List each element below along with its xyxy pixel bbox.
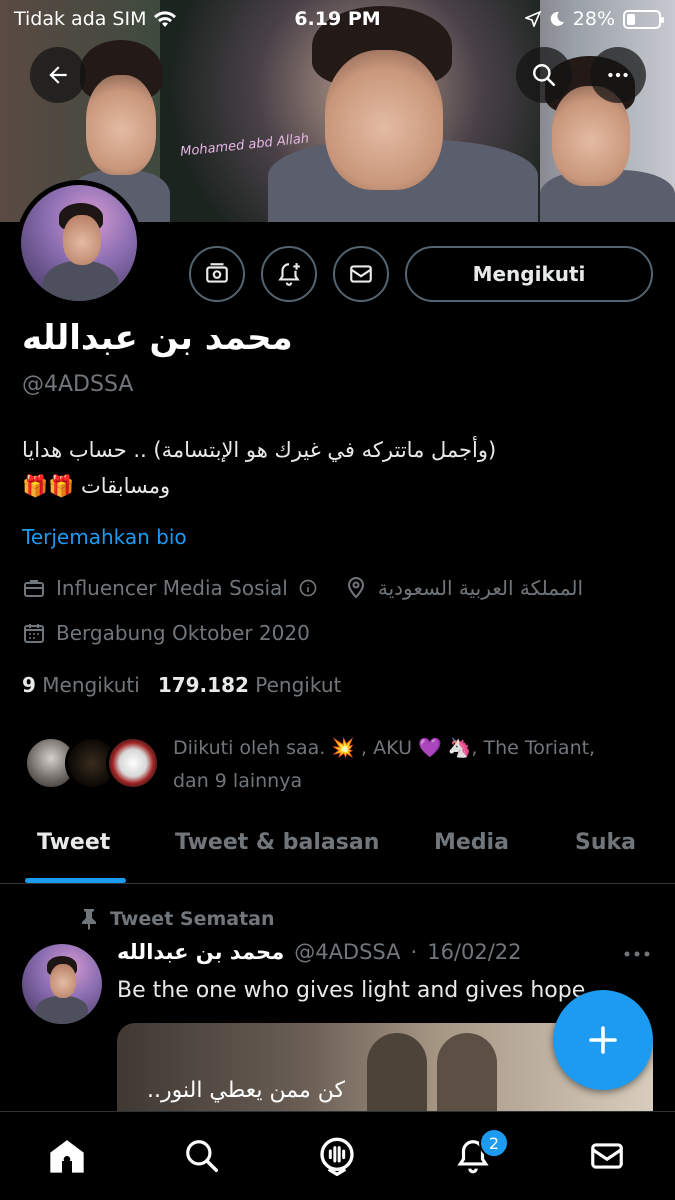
followed-by-line: dan 9 lainnya: [173, 770, 303, 792]
profile-handle: @4ADSSA: [22, 372, 134, 397]
nav-messages[interactable]: [585, 1134, 629, 1178]
back-button[interactable]: [30, 47, 86, 103]
avatar-image: [21, 185, 137, 301]
plus-icon: [589, 1026, 617, 1054]
profile-joined-row: Bergabung Oktober 2020: [22, 621, 310, 645]
tweet-date[interactable]: 16/02/22: [427, 940, 521, 964]
battery-icon: [623, 9, 664, 29]
moon-icon: [550, 11, 564, 26]
tweet-handle[interactable]: @4ADSSA: [294, 940, 400, 964]
tweet-author[interactable]: محمد بن عبدالله: [117, 940, 284, 964]
money-icon: [206, 263, 228, 283]
following-count: 9: [22, 673, 36, 697]
status-bar: Tidak ada SIM 6.19 PM 28%: [0, 0, 675, 38]
nav-spaces[interactable]: [315, 1134, 359, 1178]
profile-location: المملكة العربية السعودية: [377, 576, 584, 600]
battery-percent: 28%: [572, 8, 615, 30]
calendar-icon: [24, 624, 44, 643]
followers-label: Pengikut: [255, 673, 342, 697]
follow-stats: 9 Mengikuti 179.182 Pengikut: [22, 673, 341, 697]
profile-name: محمد بن عبدالله: [22, 318, 293, 358]
location-arrow-icon: [524, 11, 541, 27]
profile-joined: Bergabung Oktober 2020: [56, 621, 310, 645]
profile-category: Influencer Media Sosial: [56, 576, 288, 600]
tab-tweets-replies[interactable]: Tweet & balasan: [175, 830, 379, 855]
battery-fill: [627, 13, 635, 25]
active-tab-indicator: [25, 878, 126, 883]
more-icon: [608, 72, 628, 78]
location-pin-icon: [347, 577, 364, 599]
tip-button[interactable]: [189, 246, 245, 302]
pinned-label: Tweet Sematan: [80, 908, 275, 930]
followed-by[interactable]: Diikuti oleh saa. 💥 , AKU 💜 🦄, The Toria…: [24, 732, 664, 794]
following-button[interactable]: Mengikuti: [405, 246, 653, 302]
tab-tweets[interactable]: Tweet: [37, 830, 110, 855]
more-icon: [624, 951, 650, 957]
tweet-avatar[interactable]: [22, 944, 102, 1024]
banner-figure-center-face: [325, 50, 443, 190]
notifications-badge: 2: [479, 1128, 509, 1158]
banner-figure-left-face: [86, 75, 156, 175]
message-button[interactable]: [333, 246, 389, 302]
bio-line: (وأجمل ماتتركه في غيرك هو الإبتسامة) .. …: [22, 438, 497, 462]
avatar-face: [63, 215, 101, 265]
home-icon: [50, 1140, 84, 1173]
tab-media[interactable]: Media: [434, 830, 509, 855]
briefcase-icon: [24, 580, 44, 597]
media-arch-right: [437, 1033, 497, 1123]
profile-meta-row: Influencer Media Sosial المملكة العربية …: [22, 576, 583, 600]
avatar-shirt: [43, 261, 119, 301]
mail-icon: [591, 1143, 623, 1169]
tweet-separator: ·: [410, 940, 418, 964]
profile-bio: (وأجمل ماتتركه في غيرك هو الإبتسامة) .. …: [22, 432, 622, 504]
nav-home[interactable]: [45, 1134, 89, 1178]
followed-by-text: Diikuti oleh saa. 💥 , AKU 💜 🦄, The Toria…: [173, 732, 595, 798]
followers-count: 179.182: [157, 673, 249, 697]
tweet-text: Be the one who gives light and gives hop…: [117, 978, 586, 1003]
notify-button[interactable]: [261, 246, 317, 302]
translate-bio-link[interactable]: Terjemahkan bio: [22, 525, 187, 549]
pinned-text: Tweet Sematan: [110, 908, 275, 930]
info-icon[interactable]: [298, 578, 318, 598]
followers-stat[interactable]: 179.182 Pengikut: [158, 673, 342, 697]
compose-tweet-button[interactable]: [553, 990, 653, 1090]
media-caption: كن ممن يعطي النور..: [147, 1078, 345, 1103]
following-label: Mengikuti: [42, 673, 140, 697]
pin-icon: [82, 909, 96, 930]
bio-line: ومسابقات 🎁🎁: [22, 474, 171, 498]
follower-avatar: [106, 736, 160, 790]
arrow-left-icon: [49, 66, 67, 84]
profile-avatar[interactable]: [16, 180, 142, 306]
followed-by-line: Diikuti oleh saa. 💥 , AKU 💜 🦄, The Toria…: [173, 737, 596, 759]
more-button[interactable]: [590, 47, 646, 103]
nav-explore[interactable]: [180, 1134, 224, 1178]
search-icon: [533, 64, 556, 87]
profile-tabs: Tweet Tweet & balasan Media Suka: [0, 822, 675, 884]
tab-likes[interactable]: Suka: [575, 830, 636, 855]
following-stat[interactable]: 9 Mengikuti: [22, 673, 140, 697]
status-right: 28%: [524, 8, 664, 30]
tweet-header: محمد بن عبدالله @4ADSSA · 16/02/22: [117, 940, 522, 964]
tweet-avatar-shirt: [36, 996, 88, 1024]
media-arch-left: [367, 1033, 427, 1123]
bell-plus-icon: [278, 263, 300, 286]
tweet-avatar-face: [50, 964, 76, 998]
tweet-more-button[interactable]: [622, 940, 652, 965]
search-button[interactable]: [516, 47, 572, 103]
bottom-navigation: 2: [0, 1111, 675, 1200]
mail-icon: [350, 265, 372, 283]
search-icon: [186, 1140, 218, 1172]
spaces-icon: [320, 1137, 354, 1176]
